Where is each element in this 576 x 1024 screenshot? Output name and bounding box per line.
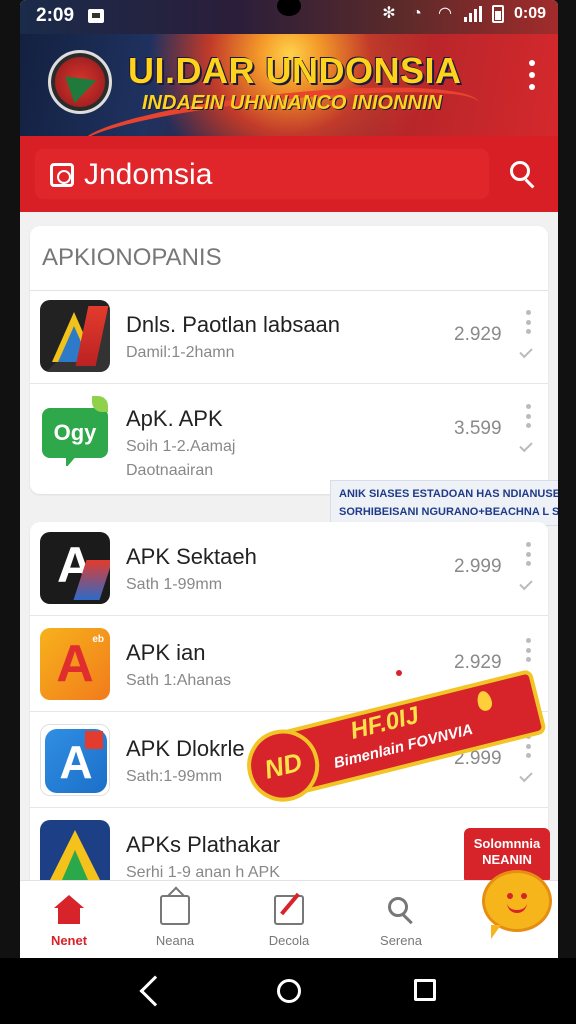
search-bar: Jndomsia	[20, 136, 558, 212]
nav-edit[interactable]: Decola	[234, 881, 344, 958]
app-logo-icon[interactable]	[48, 50, 112, 114]
a-blue-icon: A	[40, 724, 110, 796]
check-icon	[519, 576, 533, 591]
more-options-icon[interactable]	[524, 404, 532, 428]
more-options-icon[interactable]	[524, 542, 532, 566]
sync-icon: ◔	[412, 5, 422, 22]
app-name: ApK. APK	[126, 406, 223, 431]
app-subtitle: Soih 1-2.Aamaj	[126, 438, 236, 455]
nav-home[interactable]: Nenet	[20, 881, 124, 958]
camera-cutout	[277, 0, 301, 16]
header-banner: UI.DAR UNDONSIA INDAEIN UHNNANCO INIONNI…	[20, 34, 558, 136]
list-item[interactable]: A APK Sektaeh Sath 1-99mm 2.999	[30, 522, 548, 616]
check-icon	[519, 438, 533, 453]
edit-icon	[274, 895, 304, 925]
app-name: APK ian	[126, 640, 206, 665]
app-subtitle: Sath 1:Ahanas	[126, 672, 231, 689]
app-count: 2.929	[454, 324, 502, 345]
nav-tag[interactable]: Neana	[120, 881, 230, 958]
banner-title: UI.DAR UNDONSIA	[128, 50, 462, 91]
search-icon	[386, 895, 416, 925]
status-icons: ✻ ◔ ◠ 0:09	[380, 5, 546, 23]
app-count: 3.599	[454, 418, 502, 439]
app-screen: 2:09 ✻ ◔ ◠ 0:09 UI.DAR UNDONSIA INDAEIN …	[20, 0, 558, 958]
battery-icon	[491, 5, 504, 23]
ogy-bubble-icon: Ogy	[40, 394, 110, 466]
app-subtitle: Sath:1-99mm	[126, 768, 223, 785]
status-bar: 2:09 ✻ ◔ ◠ 0:09	[20, 0, 558, 34]
info-line-1: ANIK SIASES ESTADOAN HAS NDIANUSEN	[339, 488, 558, 500]
list-item[interactable]: Ogy ApK. APK Soih 1-2.Aamaj Daotnaairan …	[30, 384, 548, 494]
a-orange-icon: A eb	[40, 628, 110, 700]
app-name: APK Sektaeh	[126, 544, 257, 569]
decorative-dot	[396, 670, 402, 676]
back-icon[interactable]	[139, 975, 171, 1007]
nav-label: Serena	[380, 933, 422, 948]
app-subtitle: Damil:1-2hamn	[126, 344, 235, 361]
nav-label: Nenet	[50, 933, 88, 948]
home-circle-icon[interactable]	[277, 979, 301, 1003]
app-name: APKs Plathakar	[126, 832, 281, 857]
nfc-icon: ✻	[382, 5, 396, 22]
status-time-right: 0:09	[513, 5, 546, 22]
banner-subtitle: INDAEIN UHNNANCO INIONNIN	[142, 92, 442, 114]
home-icon	[54, 895, 84, 925]
scan-icon	[50, 163, 74, 187]
chat-assistant-icon[interactable]	[482, 870, 552, 939]
section-title: APKIONOPANIS	[42, 244, 222, 271]
app-subtitle-secondary: Daotnaairan	[126, 462, 214, 479]
check-icon	[519, 344, 533, 359]
app-name: APK Dlokrle	[126, 736, 245, 761]
search-input[interactable]: Jndomsia	[34, 148, 490, 200]
system-navigation-bar	[0, 958, 576, 1024]
search-button[interactable]	[510, 161, 538, 189]
app-count: 2.999	[454, 556, 502, 577]
info-line-3: SORHIBEISANI NGURANO+BEACHNA L SEIKSY	[339, 506, 558, 518]
wifi-icon: ◠	[438, 5, 452, 22]
signal-icon	[463, 6, 482, 22]
recent-apps-icon[interactable]	[414, 979, 436, 1001]
more-options-icon[interactable]	[524, 310, 532, 334]
a-letter-icon: A	[40, 532, 110, 604]
nav-label: Neana	[155, 933, 195, 948]
info-banner[interactable]: ANIK SIASES ESTADOAN HAS NDIANUSEN SORHI…	[330, 480, 558, 526]
bottom-navigation: Nenet Neana Decola Serena	[20, 880, 558, 958]
search-query: Jndomsia	[84, 158, 213, 191]
tag-icon	[160, 895, 190, 925]
check-icon	[519, 768, 533, 783]
nav-search[interactable]: Serena	[346, 881, 456, 958]
app-name: Dnls. Paotlan labsaan	[126, 312, 341, 337]
a-triangle-icon	[40, 300, 110, 372]
app-list-card: APKIONOPANIS Dnls. Paotlan labsaan Damil…	[30, 226, 548, 494]
message-icon	[88, 9, 104, 23]
app-subtitle: Sath 1-99mm	[126, 576, 223, 593]
status-time: 2:09	[36, 5, 75, 26]
nav-label: Decola	[268, 933, 310, 948]
phone-frame: 2:09 ✻ ◔ ◠ 0:09 UI.DAR UNDONSIA INDAEIN …	[0, 0, 576, 1024]
overflow-menu-icon[interactable]	[528, 60, 536, 90]
list-item[interactable]: Dnls. Paotlan labsaan Damil:1-2hamn 2.92…	[30, 290, 548, 384]
